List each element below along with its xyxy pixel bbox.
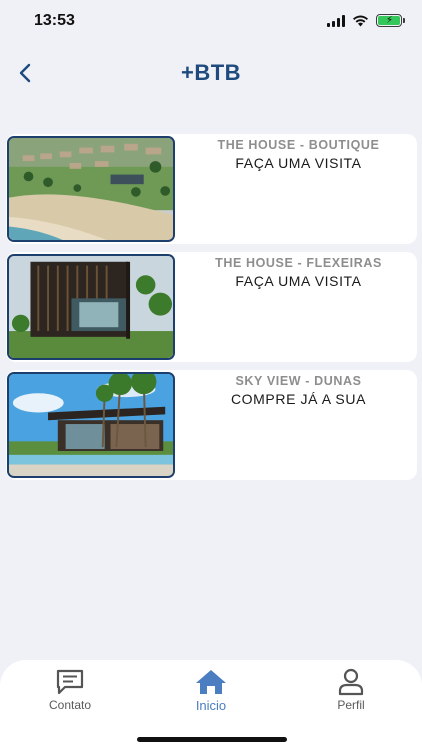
property-list: THE HOUSE - BOUTIQUE FAÇA UMA VISITA THE…	[6, 134, 417, 488]
property-cta: FAÇA UMA VISITA	[235, 273, 362, 289]
property-cta: FAÇA UMA VISITA	[235, 155, 362, 171]
status-bar: 13:53 ⚡	[0, 0, 422, 44]
property-card-sky-view[interactable]: SKY VIEW - DUNAS COMPRE JÁ A SUA	[6, 370, 417, 480]
property-title: SKY VIEW - DUNAS	[235, 374, 362, 388]
header: +BTB	[0, 52, 422, 96]
property-image-boutique	[7, 136, 175, 242]
property-cta: COMPRE JÁ A SUA	[230, 391, 367, 407]
property-title: THE HOUSE - FLEXEIRAS	[215, 256, 382, 270]
signal-icon	[327, 14, 345, 27]
property-image-sky-view	[7, 372, 175, 478]
home-indicator	[137, 737, 287, 742]
tab-label: Perfil	[337, 698, 365, 712]
property-image-flexeiras	[7, 254, 175, 360]
property-card-boutique[interactable]: THE HOUSE - BOUTIQUE FAÇA UMA VISITA	[6, 134, 417, 244]
property-title: THE HOUSE - BOUTIQUE	[217, 138, 380, 152]
tab-contato[interactable]: Contato	[20, 668, 120, 720]
chat-icon	[56, 669, 84, 695]
tab-label: Inicio	[195, 698, 227, 713]
page-title: +BTB	[180, 60, 242, 85]
wifi-icon	[353, 15, 368, 26]
tab-label: Contato	[48, 698, 92, 712]
tab-inicio[interactable]: Inicio	[161, 668, 261, 720]
status-icons: ⚡	[327, 14, 405, 27]
home-icon	[196, 670, 226, 694]
tab-perfil[interactable]: Perfil	[301, 668, 401, 720]
person-icon	[338, 668, 364, 696]
battery-icon: ⚡	[376, 14, 405, 27]
property-card-flexeiras[interactable]: THE HOUSE - FLEXEIRAS FAÇA UMA VISITA	[6, 252, 417, 362]
status-time: 13:53	[34, 12, 75, 29]
